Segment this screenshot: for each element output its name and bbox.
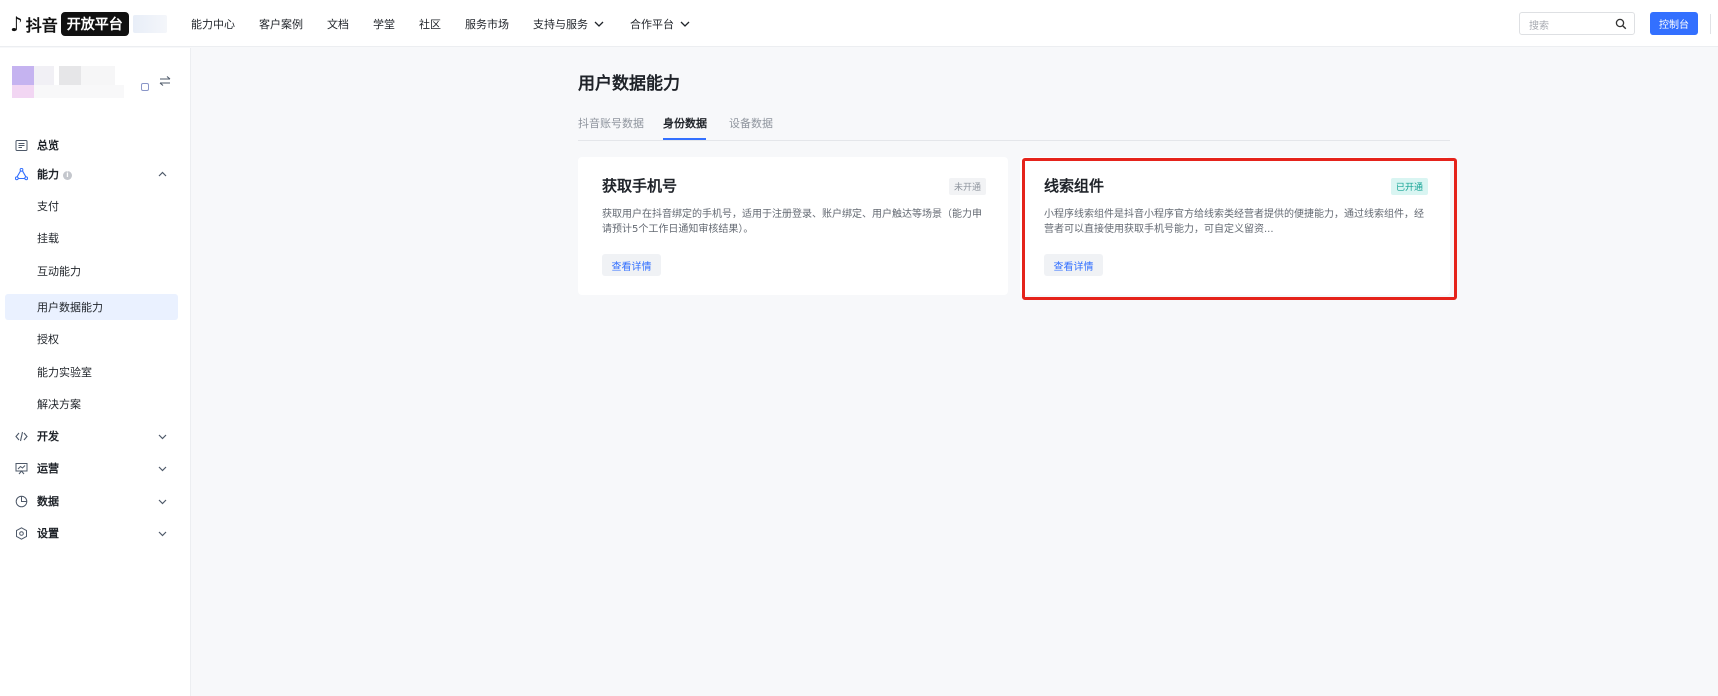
card-title: 线索组件 <box>1044 177 1105 195</box>
chevron-down-icon <box>158 466 167 472</box>
status-badge: 已开通 <box>1390 178 1428 195</box>
nav-item-academy[interactable]: 学堂 <box>373 16 395 32</box>
page-title: 用户数据能力 <box>578 74 680 94</box>
platform-logo[interactable]: ♪ 抖音 开放平台 <box>10 12 167 36</box>
divider <box>1710 14 1711 34</box>
nav-item-community[interactable]: 社区 <box>419 16 441 32</box>
nav-label: 支持与服务 <box>533 17 588 31</box>
sidebar-item-label-wrap: 能力 i <box>37 166 72 182</box>
sidebar-item-label: 设置 <box>37 527 59 540</box>
sidebar-item-operations[interactable]: 运营 <box>5 455 178 481</box>
sidebar-item-data[interactable]: 数据 <box>5 488 178 514</box>
search-icon[interactable] <box>1615 18 1627 30</box>
nav-label: 社区 <box>419 17 441 31</box>
card-title: 获取手机号 <box>602 177 678 195</box>
chevron-down-icon <box>158 434 167 440</box>
nav-label: 客户案例 <box>259 17 303 31</box>
sidebar-item-label: 支付 <box>37 200 59 213</box>
blurred-logo-suffix <box>132 15 167 33</box>
console-button[interactable]: 控制台 <box>1650 12 1698 35</box>
nav-item-service-market[interactable]: 服务市场 <box>465 16 509 32</box>
nav-item-docs[interactable]: 文档 <box>327 16 349 32</box>
info-icon[interactable]: i <box>63 170 72 180</box>
sidebar-item-authorization[interactable]: 授权 <box>5 326 178 352</box>
card-description: 获取用户在抖音绑定的手机号，适用于注册登录、账户绑定、用户触达等场景（能力申请预… <box>602 209 982 235</box>
nav-label: 合作平台 <box>630 17 674 31</box>
chevron-down-icon <box>158 499 167 505</box>
nav-item-partner[interactable]: 合作平台 <box>630 16 692 32</box>
top-navbar: ♪ 抖音 开放平台 能力中心 客户案例 文档 学堂 社区 服务市场 支持与服务 … <box>0 0 1718 47</box>
douyin-logo-icon: ♪ <box>10 12 23 36</box>
nav-item-customer-cases[interactable]: 客户案例 <box>259 16 303 32</box>
blur-block <box>59 66 81 85</box>
gear-icon <box>16 527 27 540</box>
sidebar-item-interaction[interactable]: 互动能力 <box>5 258 178 284</box>
sidebar-item-capability[interactable]: 能力 i <box>5 161 178 187</box>
logo-badge: 开放平台 <box>60 12 129 36</box>
main-nav: 能力中心 客户案例 文档 学堂 社区 服务市场 支持与服务 合作平台 <box>191 0 716 47</box>
nav-label: 服务市场 <box>465 17 509 31</box>
sidebar-item-label: 运营 <box>37 462 59 475</box>
sidebar-item-solutions[interactable]: 解决方案 <box>5 391 178 417</box>
chevron-down-icon <box>594 21 604 27</box>
sidebar-item-overview[interactable]: 总览 <box>5 132 178 158</box>
search-input[interactable]: 搜索 <box>1519 12 1635 35</box>
sidebar-item-label: 总览 <box>37 139 59 152</box>
nav-label: 文档 <box>327 17 349 31</box>
chevron-up-icon <box>158 171 167 177</box>
active-tab-indicator <box>663 138 706 140</box>
operations-icon <box>15 463 28 475</box>
sidebar-item-label: 授权 <box>37 333 59 346</box>
sidebar-item-label: 解决方案 <box>37 398 81 411</box>
chevron-down-icon <box>680 21 690 27</box>
sidebar-item-payment[interactable]: 支付 <box>5 193 178 219</box>
status-badge: 未开通 <box>948 178 986 195</box>
nav-item-support[interactable]: 支持与服务 <box>533 16 606 32</box>
view-details-button[interactable]: 查看详情 <box>602 254 661 276</box>
pie-chart-icon <box>15 495 28 508</box>
blur-block <box>34 66 54 85</box>
chevron-down-icon <box>158 531 167 537</box>
blur-block <box>81 66 115 85</box>
sidebar-item-label: 挂载 <box>37 232 59 245</box>
sidebar-item-develop[interactable]: 开发 <box>5 423 178 449</box>
sidebar-item-mount[interactable]: 挂载 <box>5 225 178 251</box>
search-placeholder: 搜索 <box>1529 21 1549 32</box>
copy-icon[interactable] <box>141 83 149 91</box>
blur-block <box>12 85 34 98</box>
sidebar-item-user-data[interactable]: 用户数据能力 <box>5 294 178 320</box>
blur-block <box>34 85 124 98</box>
capability-card-lead-component: 线索组件 已开通 小程序线索组件是抖音小程序官方给线索类经营者提供的便捷能力，通… <box>1020 157 1450 295</box>
sidebar-item-label: 互动能力 <box>37 265 81 278</box>
nav-item-capability-center[interactable]: 能力中心 <box>191 16 235 32</box>
sidebar-item-label: 数据 <box>37 495 59 508</box>
capability-card-phone-number: 获取手机号 未开通 获取用户在抖音绑定的手机号，适用于注册登录、账户绑定、用户触… <box>578 157 1008 295</box>
code-icon <box>15 431 28 442</box>
logo-brand-text: 抖音 <box>25 16 58 35</box>
sidebar-item-label: 开发 <box>37 430 59 443</box>
tab-device-data[interactable]: 设备数据 <box>729 115 773 131</box>
overview-icon <box>15 140 28 151</box>
sidebar-item-lab[interactable]: 能力实验室 <box>5 359 178 385</box>
view-details-button[interactable]: 查看详情 <box>1044 254 1103 276</box>
nav-label: 能力中心 <box>191 17 235 31</box>
sidebar-item-label: 用户数据能力 <box>37 301 103 314</box>
nav-label: 学堂 <box>373 17 395 31</box>
capability-icon <box>15 168 28 181</box>
sidebar-item-label: 能力 <box>37 168 59 181</box>
switch-account-icon[interactable] <box>159 76 171 86</box>
blur-block <box>12 66 34 85</box>
tab-douyin-account-data[interactable]: 抖音账号数据 <box>578 115 644 131</box>
sidebar-item-label: 能力实验室 <box>37 366 92 379</box>
sidebar-item-settings[interactable]: 设置 <box>5 520 178 546</box>
tab-bar: 抖音账号数据 身份数据 设备数据 <box>578 112 1450 141</box>
account-avatar-blurred[interactable] <box>12 66 147 104</box>
card-description: 小程序线索组件是抖音小程序官方给线索类经营者提供的便捷能力，通过线索组件，经营者… <box>1044 209 1424 235</box>
tab-identity-data[interactable]: 身份数据 <box>663 115 707 131</box>
